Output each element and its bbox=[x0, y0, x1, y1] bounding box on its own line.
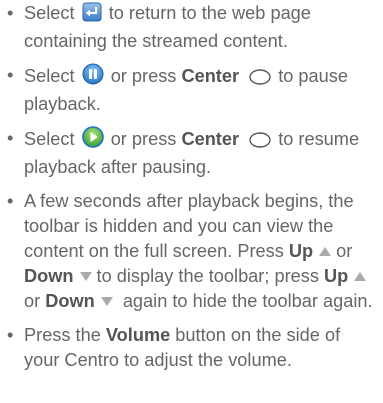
list-item: • Select to return to the web page conta… bbox=[0, 0, 383, 54]
key-name: Center bbox=[181, 66, 240, 86]
text: or bbox=[336, 241, 353, 261]
text: or press bbox=[110, 129, 177, 149]
text: to display the toolbar; press bbox=[96, 266, 319, 286]
key-name: Volume bbox=[105, 325, 171, 345]
down-arrow-icon bbox=[79, 264, 93, 289]
up-arrow-icon bbox=[353, 264, 367, 289]
key-name: Up bbox=[324, 266, 349, 286]
key-name: Up bbox=[288, 241, 314, 261]
text: Select bbox=[24, 129, 75, 149]
instruction-list: • Select to return to the web page conta… bbox=[0, 0, 383, 373]
center-button-icon bbox=[249, 130, 271, 155]
text: again to hide the toolbar again. bbox=[122, 291, 373, 311]
bullet: • bbox=[7, 3, 14, 23]
down-arrow-icon bbox=[100, 289, 114, 314]
bullet: • bbox=[7, 325, 14, 345]
text: Select bbox=[24, 3, 75, 23]
list-item: • A few seconds after playback begins, t… bbox=[0, 189, 383, 314]
key-name: Down bbox=[45, 291, 95, 311]
text: or press bbox=[110, 66, 177, 86]
key-name: Center bbox=[181, 129, 240, 149]
list-item: • Select or press Center to resume playb… bbox=[0, 126, 383, 180]
play-icon bbox=[81, 126, 104, 155]
text: Press the bbox=[24, 325, 101, 345]
bullet: • bbox=[7, 65, 14, 85]
center-button-icon bbox=[249, 67, 271, 92]
text: or bbox=[24, 291, 41, 311]
back-arrow-icon bbox=[82, 2, 102, 29]
key-name: Down bbox=[24, 266, 74, 286]
bullet: • bbox=[7, 191, 14, 211]
pause-icon bbox=[82, 63, 104, 92]
list-item: • Press the Volume button on the side of… bbox=[0, 323, 383, 373]
list-item: • Select or press Center to pause playba… bbox=[0, 63, 383, 117]
up-arrow-icon bbox=[318, 239, 332, 264]
text: Select bbox=[24, 66, 75, 86]
bullet: • bbox=[7, 128, 14, 148]
